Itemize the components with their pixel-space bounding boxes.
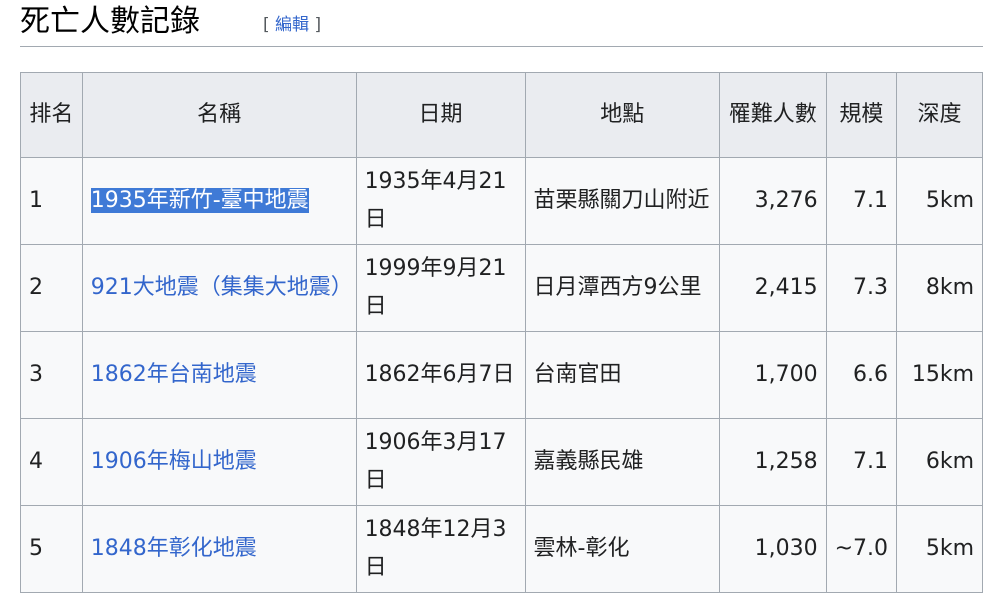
date-cell: 1848年12月3日: [355, 505, 526, 593]
rank-cell: 3: [20, 331, 83, 419]
name-cell: 1862年台南地震: [81, 331, 357, 419]
depth-cell: 5km: [896, 157, 983, 245]
header-place[interactable]: 地點: [524, 72, 720, 158]
edit-bracket-open: [: [263, 15, 270, 35]
section-title: 死亡人數記錄: [20, 4, 200, 39]
earthquake-link[interactable]: 921大地震（集集大地震）: [91, 275, 353, 300]
name-cell: 1906年梅山地震: [81, 418, 357, 506]
deaths-cell: 3,276: [718, 157, 827, 245]
place-cell: 雲林-彰化: [524, 505, 720, 593]
place-cell: 苗栗縣關刀山附近: [524, 157, 720, 245]
deaths-cell: 2,415: [718, 244, 827, 332]
header-scale[interactable]: 規模: [825, 72, 898, 158]
place-cell: 嘉義縣民雄: [524, 418, 720, 506]
depth-cell: 6km: [896, 418, 983, 506]
scale-cell: 7.1: [825, 418, 898, 506]
earthquake-link[interactable]: 1848年彰化地震: [91, 536, 257, 561]
rank-cell: 1: [20, 157, 83, 245]
name-cell: 1848年彰化地震: [81, 505, 357, 593]
table-row: 2 921大地震（集集大地震） 1999年9月21日 日月潭西方9公里 2,41…: [20, 244, 983, 332]
date-cell: 1906年3月17日: [355, 418, 526, 506]
scale-cell: 6.6: [825, 331, 898, 419]
date-cell: 1862年6月7日: [355, 331, 526, 419]
table-row: 1 1935年新竹-臺中地震 1935年4月21日 苗栗縣關刀山附近 3,276…: [20, 157, 983, 245]
edit-bracket-close: ]: [314, 15, 322, 35]
name-cell: 1935年新竹-臺中地震: [81, 157, 357, 245]
depth-cell: 5km: [896, 505, 983, 593]
earthquake-link[interactable]: 1906年梅山地震: [91, 449, 257, 474]
section-heading: 死亡人數記錄 [ 編輯 ]: [20, 0, 983, 47]
name-cell: 921大地震（集集大地震）: [81, 244, 357, 332]
header-depth[interactable]: 深度: [896, 72, 983, 158]
place-cell: 日月潭西方9公里: [524, 244, 720, 332]
rank-cell: 5: [20, 505, 83, 593]
rank-cell: 4: [20, 418, 83, 506]
table-header-row: 排名 名稱 日期 地點 罹難人數 規模 深度: [20, 72, 983, 158]
scale-cell: ~7.0: [825, 505, 898, 593]
header-deaths[interactable]: 罹難人數: [718, 72, 827, 158]
header-date[interactable]: 日期: [355, 72, 526, 158]
depth-cell: 15km: [896, 331, 983, 419]
deaths-cell: 1,030: [718, 505, 827, 593]
table-row: 5 1848年彰化地震 1848年12月3日 雲林-彰化 1,030 ~7.0 …: [20, 505, 983, 593]
header-rank[interactable]: 排名: [20, 72, 83, 158]
edit-link[interactable]: 編輯: [275, 15, 309, 35]
deaths-cell: 1,700: [718, 331, 827, 419]
date-cell: 1999年9月21日: [355, 244, 526, 332]
deaths-cell: 1,258: [718, 418, 827, 506]
place-cell: 台南官田: [524, 331, 720, 419]
scale-cell: 7.1: [825, 157, 898, 245]
depth-cell: 8km: [896, 244, 983, 332]
table-row: 4 1906年梅山地震 1906年3月17日 嘉義縣民雄 1,258 7.1 6…: [20, 418, 983, 506]
death-toll-table: 排名 名稱 日期 地點 罹難人數 規模 深度 1 1935年新竹-臺中地震 19…: [20, 72, 983, 593]
header-name[interactable]: 名稱: [81, 72, 357, 158]
rank-cell: 2: [20, 244, 83, 332]
scale-cell: 7.3: [825, 244, 898, 332]
date-cell: 1935年4月21日: [355, 157, 526, 245]
edit-section-link: [ 編輯 ]: [263, 14, 321, 36]
table-row: 3 1862年台南地震 1862年6月7日 台南官田 1,700 6.6 15k…: [20, 331, 983, 419]
earthquake-link[interactable]: 1862年台南地震: [91, 362, 257, 387]
earthquake-link[interactable]: 1935年新竹-臺中地震: [90, 188, 309, 213]
